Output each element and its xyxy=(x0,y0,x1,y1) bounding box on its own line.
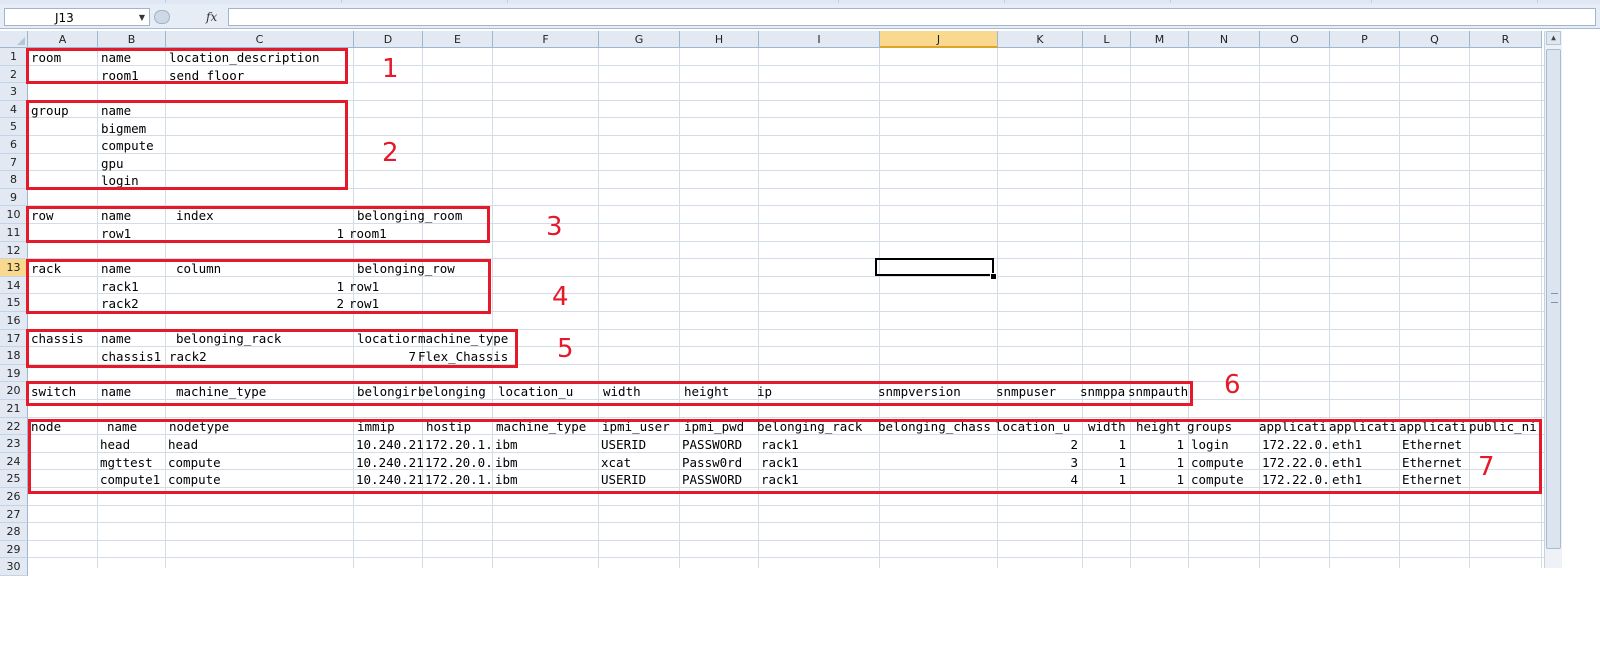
row-header-16[interactable]: 16 xyxy=(0,312,28,330)
annotation-label-6: 6 xyxy=(1224,370,1241,400)
formula-bar-resize-handle[interactable] xyxy=(154,10,170,24)
annotation-label-4: 4 xyxy=(552,282,569,312)
column-header-A[interactable]: A xyxy=(28,31,98,48)
column-header-D[interactable]: D xyxy=(354,31,423,48)
name-box[interactable]: J13 ▼ xyxy=(4,8,150,26)
column-header-L[interactable]: L xyxy=(1083,31,1131,48)
row-header-12[interactable]: 12 xyxy=(0,241,28,260)
annotation-box-4 xyxy=(26,259,491,314)
column-header-B[interactable]: B xyxy=(98,31,166,48)
row-header-7[interactable]: 7 xyxy=(0,153,28,172)
spreadsheet-window: J13 ▼ fx ABCDEFGHIJKLMNOPQR 1 2 3 4 5 6 7 8 9 10 1… xyxy=(0,0,1600,648)
row-header-3[interactable]: 3 xyxy=(0,83,28,101)
scroll-thumb[interactable] xyxy=(1546,49,1561,549)
annotation-box-1 xyxy=(26,48,348,84)
row-header-24[interactable]: 24 xyxy=(0,452,28,471)
scroll-up-icon[interactable]: ▲ xyxy=(1546,31,1561,45)
row-header-22[interactable]: 22 xyxy=(0,417,28,436)
row-header-23[interactable]: 23 xyxy=(0,435,28,453)
annotation-label-1: 1 xyxy=(382,54,399,84)
chevron-down-icon[interactable]: ▼ xyxy=(139,9,145,27)
name-box-value: J13 xyxy=(55,11,74,25)
row-header-15[interactable]: 15 xyxy=(0,294,28,312)
annotation-box-2 xyxy=(26,100,348,190)
row-header-5[interactable]: 5 xyxy=(0,118,28,136)
column-header-M[interactable]: M xyxy=(1131,31,1189,48)
formula-bar: J13 ▼ fx xyxy=(0,4,1600,29)
column-header-I[interactable]: I xyxy=(759,31,880,48)
row-header-8[interactable]: 8 xyxy=(0,171,28,189)
column-header-F[interactable]: F xyxy=(493,31,599,48)
annotation-box-6 xyxy=(26,381,1193,406)
row-header-9[interactable]: 9 xyxy=(0,188,28,207)
annotation-label-5: 5 xyxy=(557,334,574,364)
row-header-21[interactable]: 21 xyxy=(0,400,28,418)
row-header-30[interactable]: 30 xyxy=(0,558,28,576)
row-header-20[interactable]: 20 xyxy=(0,382,28,400)
column-header-P[interactable]: P xyxy=(1330,31,1400,48)
row-header-4[interactable]: 4 xyxy=(0,100,28,119)
row-header-27[interactable]: 27 xyxy=(0,505,28,524)
row-header-11[interactable]: 11 xyxy=(0,224,28,242)
annotation-label-2: 2 xyxy=(382,138,399,168)
annotation-box-7 xyxy=(28,419,1542,494)
column-headers: ABCDEFGHIJKLMNOPQR xyxy=(28,31,1544,48)
select-all-button[interactable] xyxy=(0,31,28,48)
annotation-box-3 xyxy=(26,206,490,243)
column-header-Q[interactable]: Q xyxy=(1400,31,1470,48)
annotation-label-3: 3 xyxy=(546,212,563,242)
row-header-10[interactable]: 10 xyxy=(0,206,28,224)
annotation-label-7: 7 xyxy=(1478,452,1495,482)
vertical-scrollbar[interactable]: ▲ xyxy=(1544,31,1562,568)
annotation-box-5 xyxy=(26,329,518,368)
row-header-17[interactable]: 17 xyxy=(0,329,28,348)
column-header-C[interactable]: C xyxy=(166,31,354,48)
row-header-14[interactable]: 14 xyxy=(0,276,28,295)
fill-handle[interactable] xyxy=(990,273,997,280)
active-cell-J13[interactable] xyxy=(875,258,994,276)
row-header-29[interactable]: 29 xyxy=(0,540,28,559)
column-header-E[interactable]: E xyxy=(423,31,493,48)
column-header-G[interactable]: G xyxy=(599,31,680,48)
column-header-N[interactable]: N xyxy=(1189,31,1260,48)
row-header-28[interactable]: 28 xyxy=(0,523,28,541)
row-header-19[interactable]: 19 xyxy=(0,364,28,383)
row-header-2[interactable]: 2 xyxy=(0,65,28,84)
row-header-6[interactable]: 6 xyxy=(0,136,28,154)
insert-function-icon[interactable]: fx xyxy=(206,10,217,24)
row-header-13[interactable]: 13 xyxy=(0,259,28,277)
column-header-O[interactable]: O xyxy=(1260,31,1330,48)
column-header-K[interactable]: K xyxy=(998,31,1083,48)
row-header-26[interactable]: 26 xyxy=(0,488,28,506)
column-header-R[interactable]: R xyxy=(1470,31,1542,48)
row-header-18[interactable]: 18 xyxy=(0,347,28,365)
row-header-25[interactable]: 25 xyxy=(0,470,28,488)
row-header-1[interactable]: 1 xyxy=(0,48,28,66)
column-header-H[interactable]: H xyxy=(680,31,759,48)
column-header-J[interactable]: J xyxy=(880,31,998,48)
formula-input[interactable] xyxy=(228,8,1596,26)
